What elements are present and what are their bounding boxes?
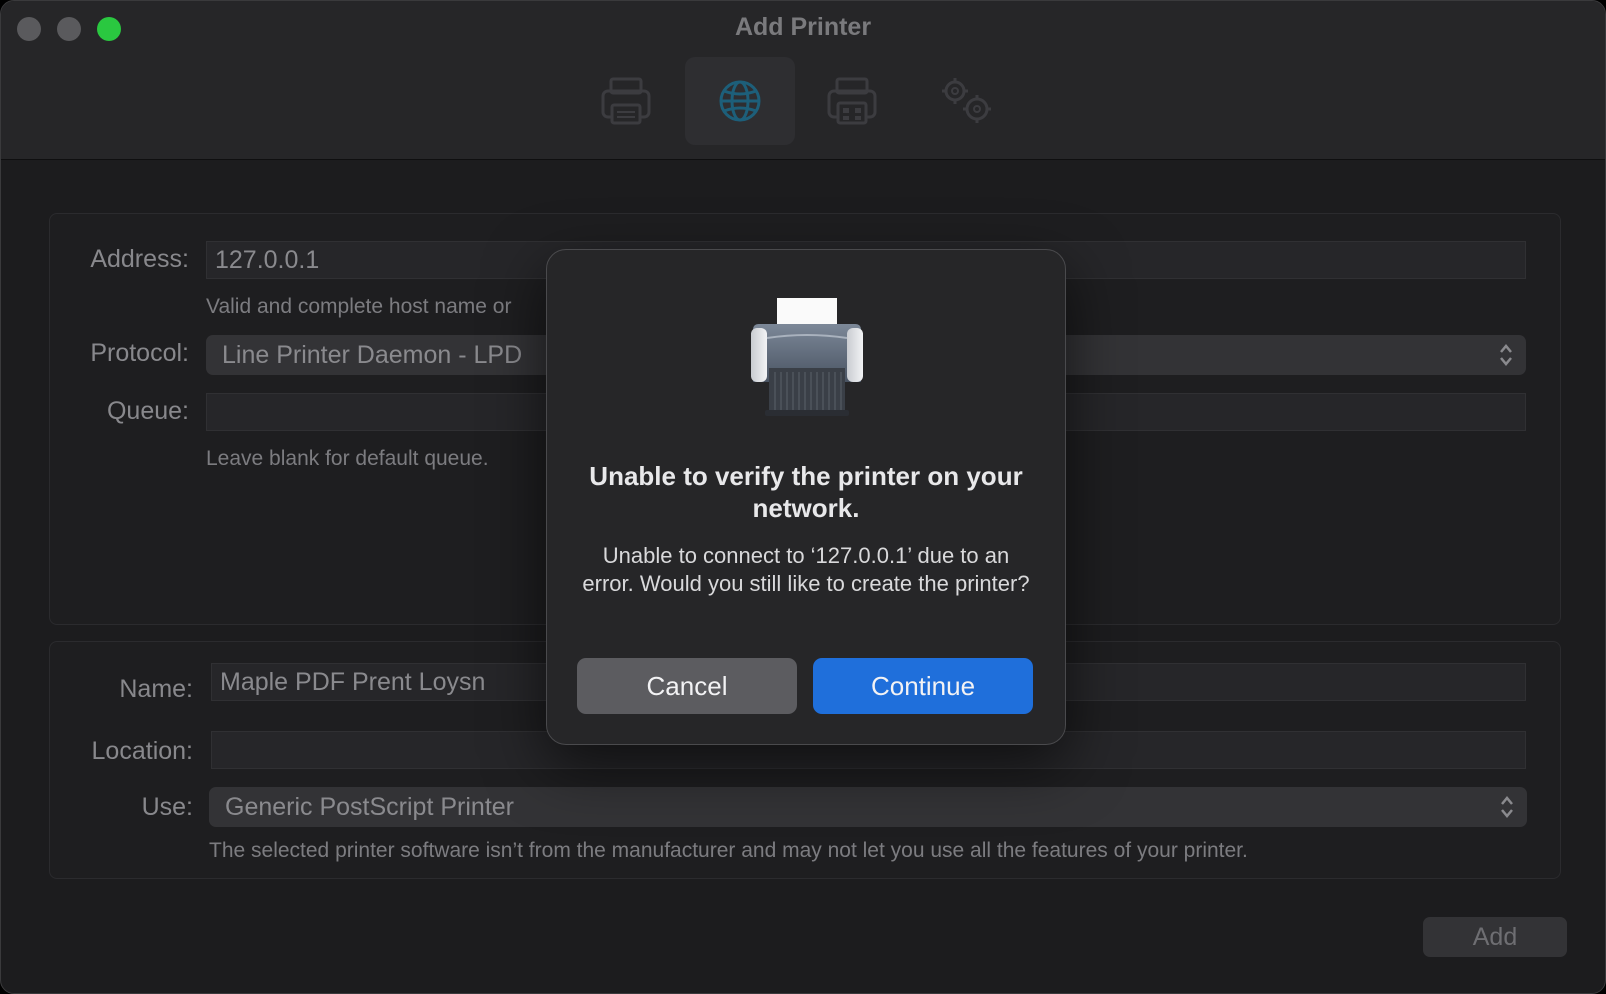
protocol-value: Line Printer Daemon - LPD — [222, 341, 523, 369]
name-label: Name: — [119, 675, 193, 703]
cancel-button[interactable]: Cancel — [577, 658, 797, 714]
printer-icon — [751, 298, 863, 416]
use-hint: The selected printer software isn’t from… — [209, 839, 1248, 862]
chevron-up-down-icon — [1500, 344, 1512, 366]
titlebar: Add Printer — [1, 1, 1605, 160]
continue-button[interactable]: Continue — [813, 658, 1033, 714]
printer-icon — [601, 77, 651, 125]
address-label: Address: — [90, 245, 189, 273]
window-title: Add Printer — [734, 13, 872, 41]
toolbar-default-button[interactable] — [571, 57, 681, 145]
protocol-label: Protocol: — [90, 339, 189, 367]
dialog-message: Unable to connect to ‘127.0.0.1’ due to … — [582, 543, 1030, 596]
toolbar-ip-button[interactable] — [685, 57, 795, 145]
add-printer-window: Add Printer Address: 127.0.0.1 Valid and… — [0, 0, 1606, 994]
use-value: Generic PostScript Printer — [225, 793, 514, 821]
printer-grid-icon — [827, 77, 877, 125]
use-popup[interactable]: Generic PostScript Printer — [209, 787, 1527, 827]
chevron-up-down-icon — [1501, 796, 1513, 818]
use-label: Use: — [141, 793, 193, 821]
add-button[interactable]: Add — [1423, 917, 1567, 957]
gears-icon — [942, 78, 991, 123]
queue-hint: Leave blank for default queue. — [206, 447, 489, 470]
dialog-title: Unable to verify the printer on your net… — [589, 461, 1023, 523]
alert-dialog: Unable to verify the printer on your net… — [546, 249, 1066, 745]
address-hint: Valid and complete host name or — [206, 295, 512, 318]
queue-label: Queue: — [106, 397, 189, 425]
toolbar-windows-button[interactable] — [797, 57, 907, 145]
toolbar-advanced-button[interactable] — [909, 57, 1019, 145]
globe-icon — [719, 80, 761, 122]
location-label: Location: — [91, 737, 193, 765]
